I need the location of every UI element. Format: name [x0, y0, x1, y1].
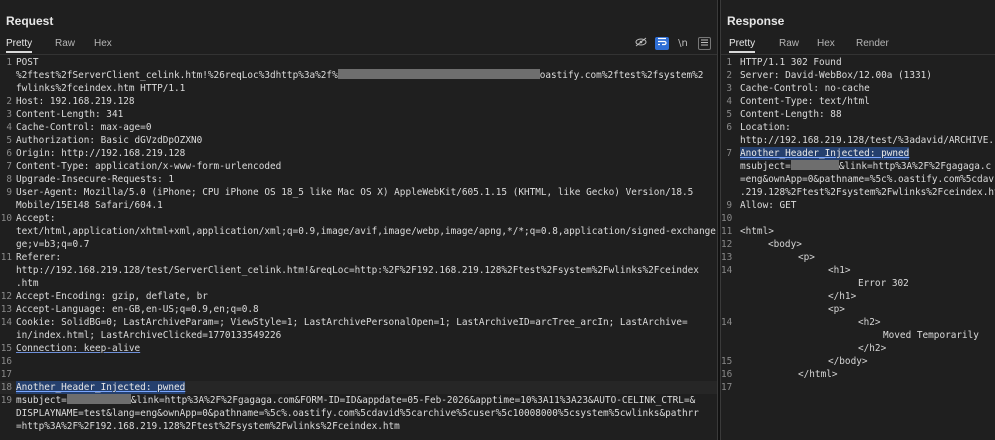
code-line-selected: 18 Another_Header_Injected: pwned — [0, 381, 717, 394]
http-editor-window: Request Pretty Raw Hex \n 1 POST %2ftest%… — [0, 0, 995, 440]
code-line: 12 <body> — [721, 239, 802, 250]
redacted-block — [790, 160, 839, 170]
code-line: fwlinks%2fceindex.htm HTTP/1.1 — [16, 83, 186, 94]
response-pane: Response Pretty Raw Hex Render 1 HTTP/1.1… — [721, 0, 995, 440]
code-line-selected: 7 Another_Header_Injected: pwned — [726, 147, 910, 160]
code-line: in/index.html; LastArchiveClicked=177013… — [16, 330, 282, 341]
code-line: 19 msubject= &link=http%3A%2F%2Fgagaga.com… — [0, 394, 696, 406]
code-line: 14 <h2> — [721, 317, 881, 328]
response-title: Response — [727, 14, 785, 28]
code-line: .219.128%2Ftest%2Fsystem%2Fwlinks%2Fcein… — [740, 187, 995, 198]
code-line: 11 <html> — [721, 226, 774, 237]
code-line: 14 Cookie: SolidBG=0; LastArchiveParam=; … — [0, 317, 688, 328]
code-line: Error 302 — [858, 278, 909, 289]
code-line: 3 Cache-Control: no-cache — [726, 83, 870, 94]
code-line: 17 — [0, 369, 12, 380]
tab-render[interactable]: Render — [856, 38, 889, 49]
newline-toggle-button[interactable]: \n — [676, 37, 690, 50]
response-editor[interactable]: 1 HTTP/1.1 302 Found 2 Server: David-WebBo… — [721, 56, 995, 440]
code-line: 5 Authorization: Basic dGVzdDpOZXN0 — [6, 135, 203, 146]
code-line: msubject= &link=http%3A%2F%2Fgagaga.c — [740, 160, 992, 172]
tab-pretty[interactable]: Pretty — [729, 38, 756, 53]
code-line: 6 Origin: http://192.168.219.128 — [6, 148, 186, 159]
code-line: text/html,application/xhtml+xml,applicat… — [16, 226, 716, 237]
code-line: 11 Referer: — [0, 252, 62, 263]
code-line: Moved Temporarily — [883, 330, 979, 341]
code-line: 9 Allow: GET — [726, 200, 797, 211]
tab-pretty[interactable]: Pretty — [6, 38, 33, 53]
request-tabs: Pretty Raw Hex — [0, 36, 717, 55]
code-line: 1 POST — [6, 57, 39, 68]
code-line: 10 — [721, 213, 733, 224]
code-line: .htm — [16, 278, 39, 289]
eye-slash-icon[interactable] — [634, 37, 648, 50]
code-line: %2ftest%2fServerClient_celink.htm!%26req… — [16, 69, 704, 81]
code-line: 5 Content-Length: 88 — [726, 109, 842, 120]
injected-header-response: Another_Header_Injected: pwned — [740, 147, 910, 160]
code-line: 16 </html> — [721, 369, 838, 380]
redacted-block — [66, 394, 131, 404]
code-line: 17 — [721, 382, 733, 393]
response-tabs: Pretty Raw Hex Render — [721, 36, 995, 55]
code-line: 4 Cache-Control: max-age=0 — [6, 122, 152, 133]
code-line: http://192.168.219.128/test/%3adavid/ARC… — [740, 135, 994, 146]
code-line: <p> — [828, 304, 845, 315]
tab-hex[interactable]: Hex — [94, 38, 112, 49]
code-line: http://192.168.219.128/test/ServerClient… — [16, 265, 699, 276]
code-line: 8 Upgrade-Insecure-Requests: 1 — [6, 174, 175, 185]
code-line: 13 Accept-Language: en-GB,en-US;q=0.9,en;… — [0, 304, 259, 315]
wrap-icon[interactable] — [655, 37, 669, 50]
tab-raw[interactable]: Raw — [779, 38, 799, 49]
code-line: 10 Accept: — [0, 213, 56, 224]
code-line: Mobile/15E148 Safari/604.1 — [16, 200, 163, 211]
code-line: ge;v=b3;q=0.7 — [16, 239, 90, 250]
code-line: 7 Content-Type: application/x-www-form-ur… — [6, 161, 282, 172]
code-line: 15 </body> — [721, 356, 868, 367]
code-line: =http%3A%2F%2F192.168.219.128%2Ftest%2Fs… — [16, 421, 400, 432]
code-line: 16 — [0, 356, 12, 367]
tab-raw[interactable]: Raw — [55, 38, 75, 49]
code-line: 9 User-Agent: Mozilla/5.0 (iPhone; CPU iP… — [6, 187, 694, 198]
code-line: 12 Accept-Encoding: gzip, deflate, br — [0, 291, 208, 302]
code-line: 4 Content-Type: text/html — [726, 96, 870, 107]
code-line: 1 HTTP/1.1 302 Found — [726, 57, 842, 68]
code-line: 2 Server: David-WebBox/12.00a (1331) — [726, 70, 932, 81]
code-line: 3 Content-Length: 341 — [6, 109, 124, 120]
code-line: </h2> — [858, 343, 887, 354]
code-line: 15 Connection: keep-alive — [0, 343, 141, 354]
code-line: 2 Host: 192.168.219.128 — [6, 96, 135, 107]
tab-hex[interactable]: Hex — [817, 38, 835, 49]
request-pane: Request Pretty Raw Hex \n 1 POST %2ftest%… — [0, 0, 717, 440]
menu-icon[interactable] — [698, 37, 711, 50]
code-line: 14 <h1> — [721, 265, 851, 276]
code-line: 6 Location: — [726, 122, 791, 133]
request-title: Request — [6, 14, 54, 28]
redacted-block — [337, 69, 540, 79]
code-line: 13 <p> — [721, 252, 815, 263]
code-line: </h1> — [828, 291, 857, 302]
code-line: =eng&ownApp=0&pathname=%5c%.oastify.com%… — [740, 174, 994, 185]
injected-header-selection: Another_Header_Injected: pwned — [16, 381, 186, 394]
request-editor[interactable]: 1 POST %2ftest%2fServerClient_celink.htm!… — [0, 56, 717, 440]
code-line: DISPLAYNAME=test&lang=eng&ownApp=0&pathn… — [16, 408, 699, 419]
